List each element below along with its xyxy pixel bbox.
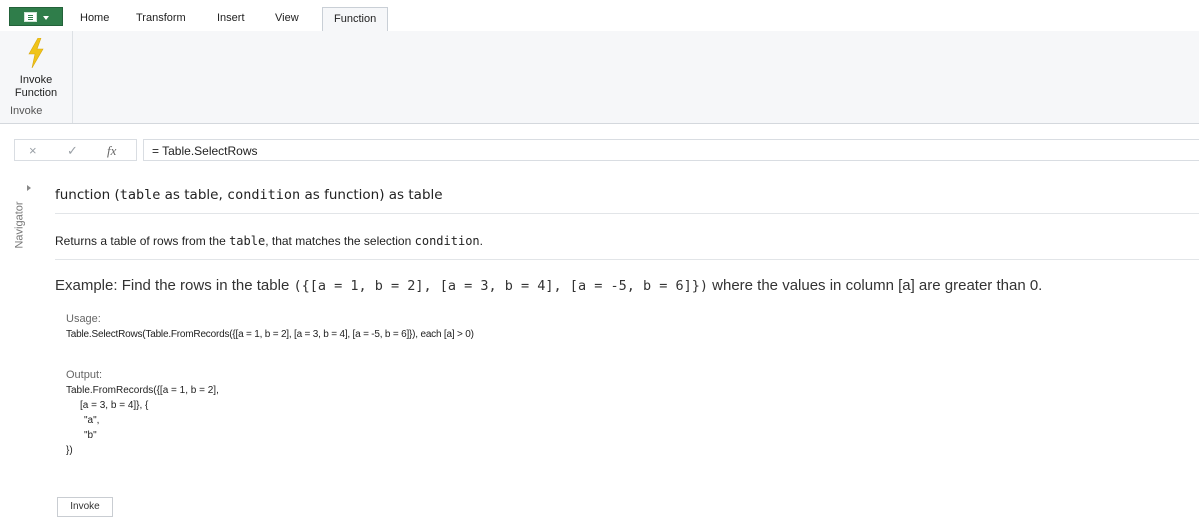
usage-label: Usage: <box>66 313 101 325</box>
example-heading: Example: Find the rows in the table ({[a… <box>55 277 1043 294</box>
output-line: }) <box>66 445 73 456</box>
invoke-group: Invoke Function Invoke <box>0 31 73 123</box>
output-label: Output: <box>66 369 103 381</box>
invoke-button-label-line2: Function <box>14 87 58 99</box>
navigator-label: Navigator <box>13 201 26 249</box>
divider <box>55 259 1199 260</box>
function-description: Returns a table of rows from the table, … <box>55 234 483 248</box>
invoke-function-button[interactable]: Invoke Function <box>0 31 72 101</box>
expand-arrow-icon[interactable] <box>27 185 31 191</box>
group-caption: Invoke <box>10 105 43 117</box>
chevron-down-icon <box>43 16 49 20</box>
tab-insert[interactable]: Insert <box>217 12 245 24</box>
output-line: [a = 3, b = 4]}, { <box>80 400 149 411</box>
invoke-button[interactable]: Invoke <box>57 497 113 517</box>
function-signature: function (table as table, condition as f… <box>55 187 443 203</box>
ribbon-tab-bar: Home Transform Insert View Function <box>0 0 1199 32</box>
output-line: "b" <box>84 430 97 441</box>
formula-input[interactable]: = Table.SelectRows <box>143 139 1199 161</box>
ribbon-panel: Invoke Function Invoke <box>0 31 1199 124</box>
tab-transform[interactable]: Transform <box>136 12 186 24</box>
lightning-bolt-icon <box>28 38 44 68</box>
cancel-icon[interactable]: × <box>29 143 37 158</box>
output-line: Table.FromRecords({[a = 1, b = 2], <box>66 385 219 396</box>
formula-bar: × ✓ fx = Table.SelectRows <box>0 133 1199 167</box>
confirm-icon[interactable]: ✓ <box>67 143 78 159</box>
tab-function[interactable]: Function <box>322 7 389 31</box>
navigator-pane[interactable]: Navigator <box>14 177 50 513</box>
formula-buttons: × ✓ fx <box>14 139 137 161</box>
fx-icon[interactable]: fx <box>107 143 116 159</box>
file-menu-button[interactable] <box>9 7 63 26</box>
tab-home[interactable]: Home <box>80 12 109 24</box>
divider <box>55 213 1199 214</box>
usage-code: Table.SelectRows(Table.FromRecords({[a =… <box>66 329 474 340</box>
tab-view[interactable]: View <box>275 12 299 24</box>
output-line: "a", <box>84 415 100 426</box>
app-grid-icon <box>24 12 37 22</box>
invoke-button-label-line1: Invoke <box>19 74 53 86</box>
